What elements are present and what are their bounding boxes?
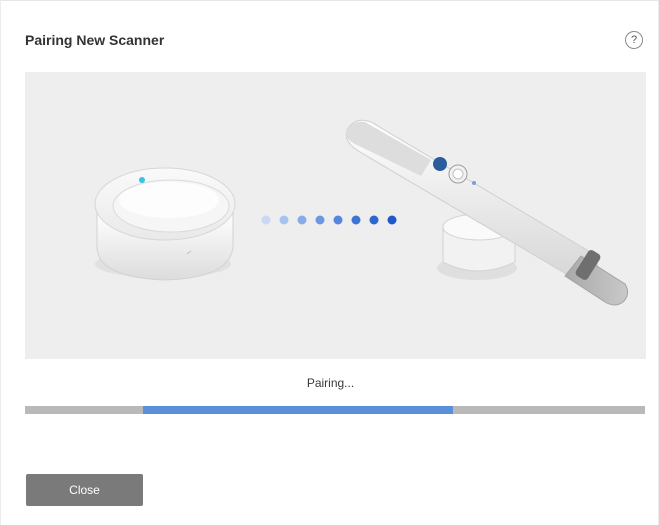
pairing-progress-fill xyxy=(142,406,453,414)
pairing-dot xyxy=(387,215,397,225)
question-icon[interactable]: ? xyxy=(625,31,643,49)
pairing-illustration xyxy=(25,72,646,359)
intraoral-scanner-icon xyxy=(345,119,629,306)
pairing-dot xyxy=(279,215,289,225)
pairing-dot xyxy=(261,215,271,225)
close-button[interactable]: Close xyxy=(26,474,143,506)
pairing-dot xyxy=(297,215,307,225)
pairing-status-text: Pairing... xyxy=(306,376,355,390)
indicator-light xyxy=(139,177,145,183)
pairing-progress-bar xyxy=(25,406,645,414)
pairing-dot xyxy=(315,215,325,225)
pairing-dot xyxy=(351,215,361,225)
pairing-dot xyxy=(333,215,343,225)
pairing-illustration-svg xyxy=(94,119,629,306)
pairing-dot xyxy=(369,215,379,225)
dongle-hub-icon xyxy=(94,167,236,281)
pairing-dots xyxy=(261,215,397,225)
pairing-dialog: Pairing New Scanner ? Pairing... Close xyxy=(0,0,659,525)
dialog-title: Pairing New Scanner xyxy=(25,32,165,48)
